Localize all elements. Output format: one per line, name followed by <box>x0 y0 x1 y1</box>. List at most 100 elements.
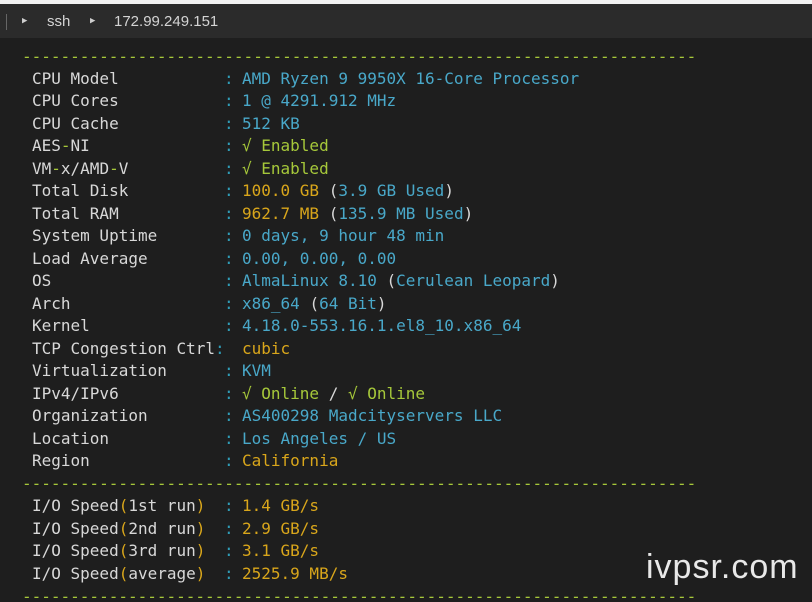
row-cpu-cores: CPU Cores:1 @ 4291.912 MHz <box>32 90 396 112</box>
label: OS <box>32 271 52 290</box>
value: 0.00, 0.00, 0.00 <box>242 249 397 268</box>
label-dash: - <box>51 159 61 178</box>
value: Los Angeles / US <box>242 429 397 448</box>
row-io-average: I/O Speed(average):2525.9 MB/s <box>32 563 348 585</box>
paren: ( <box>309 294 320 313</box>
paren: ( <box>328 181 339 200</box>
used-value: 3.9 GB Used <box>338 181 445 200</box>
row-total-disk: Total Disk:100.0 GB (3.9 GB Used) <box>32 180 454 202</box>
colon: : <box>224 384 234 403</box>
colon: : <box>224 181 234 200</box>
label: CPU Cache <box>32 114 119 133</box>
row-cpu-model: CPU Model: AMD Ryzen 9 9950X 16-Core Proc… <box>32 68 579 90</box>
row-os: OS: AlmaLinux 8.10 (Cerulean Leopard) <box>32 270 560 292</box>
divider <box>6 14 7 30</box>
terminal-output[interactable]: ----------------------------------------… <box>0 38 812 602</box>
label-dash: - <box>109 159 119 178</box>
label: NI <box>70 136 90 155</box>
value: √ Enabled <box>242 136 329 155</box>
row-cpu-cache: CPU Cache:512 KB <box>32 113 300 135</box>
row-io-run1: I/O Speed(1st run):1.4 GB/s <box>32 495 319 517</box>
value: AS400298 Madcityservers LLC <box>242 406 503 425</box>
paren: ( <box>118 541 129 560</box>
paren: ( <box>118 519 129 538</box>
ipv4-status: √ Online <box>242 384 320 403</box>
label: I/O Speed <box>32 496 119 515</box>
value: 3.1 GB/s <box>242 541 320 560</box>
colon: : <box>224 91 234 110</box>
label: Total Disk <box>32 181 129 200</box>
colon: : <box>224 361 234 380</box>
paren: ) <box>550 271 560 290</box>
paren: ) <box>195 564 206 583</box>
row-virtualization: Virtualization: KVM <box>32 360 271 382</box>
colon: : <box>224 69 234 88</box>
row-total-ram: Total RAM:962.7 MB (135.9 MB Used) <box>32 203 473 225</box>
row-location: Location: Los Angeles / US <box>32 428 396 450</box>
colon: : <box>224 204 234 223</box>
breadcrumb-item-ssh[interactable]: ssh <box>47 4 70 38</box>
separator-line: ----------------------------------------… <box>22 587 697 602</box>
value: 962.7 MB <box>242 204 320 223</box>
used-value: 135.9 MB Used <box>338 204 464 223</box>
row-region: Region: California <box>32 450 338 472</box>
value: California <box>242 451 339 470</box>
label: Kernel <box>32 316 90 335</box>
label: Arch <box>32 294 71 313</box>
paren: ) <box>195 519 206 538</box>
breadcrumb-item-host[interactable]: 172.99.249.151 <box>114 4 218 38</box>
colon: : <box>215 339 225 358</box>
label: average <box>128 564 196 583</box>
row-ipv4-ipv6: IPv4/IPv6: √ Online / √ Online <box>32 383 425 405</box>
play-arrow-icon: ▶ <box>22 16 28 26</box>
label: Region <box>32 451 90 470</box>
paren: ( <box>328 204 339 223</box>
label: System Uptime <box>32 226 158 245</box>
row-tcp-congestion: TCP Congestion Ctrl: cubic <box>32 338 290 360</box>
row-vmx: VM-x/AMD-V: √ Enabled <box>32 158 329 180</box>
label: I/O Speed <box>32 541 119 560</box>
label-dash: - <box>60 136 71 155</box>
value: KVM <box>242 361 271 380</box>
value: 100.0 GB <box>242 181 320 200</box>
colon: : <box>224 226 234 245</box>
colon: : <box>224 294 234 313</box>
label: 3rd run <box>128 541 196 560</box>
value: 1 @ 4291.912 MHz <box>242 91 397 110</box>
value: 1.4 GB/s <box>242 496 320 515</box>
value: 4.18.0-553.16.1.el8_10.x86_64 <box>242 316 522 335</box>
colon: : <box>224 271 234 290</box>
row-io-run3: I/O Speed(3rd run):3.1 GB/s <box>32 540 319 562</box>
colon: : <box>224 114 234 133</box>
label: IPv4/IPv6 <box>32 384 119 403</box>
paren: ) <box>463 204 474 223</box>
value: 512 KB <box>242 114 300 133</box>
label: V <box>118 159 129 178</box>
value: 0 days, 9 hour 48 min <box>242 226 445 245</box>
label: AES <box>32 136 61 155</box>
ipv6-status: √ Online <box>347 384 426 403</box>
label: TCP Congestion Ctrl <box>32 339 216 358</box>
watermark-text: ivpsr.com <box>646 548 799 586</box>
label: 2nd run <box>128 519 196 538</box>
row-organization: Organization: AS400298 Madcityservers LLC <box>32 405 502 427</box>
colon: : <box>224 496 234 515</box>
paren: ( <box>118 564 129 583</box>
colon: : <box>224 316 234 335</box>
colon: : <box>224 406 234 425</box>
play-arrow-icon: ▶ <box>90 16 96 26</box>
detail: 64 Bit <box>319 294 377 313</box>
paren: ) <box>195 541 206 560</box>
label: 1st run <box>128 496 196 515</box>
colon: : <box>224 564 234 583</box>
paren: ) <box>376 294 387 313</box>
paren: ) <box>444 181 454 200</box>
colon: : <box>224 249 234 268</box>
label: Virtualization <box>32 361 167 380</box>
label: Organization <box>32 406 148 425</box>
label: x/AMD <box>60 159 110 178</box>
label: Total RAM <box>32 204 119 223</box>
paren: ( <box>118 496 129 515</box>
row-io-run2: I/O Speed(2nd run):2.9 GB/s <box>32 518 319 540</box>
label: CPU Model <box>32 69 119 88</box>
